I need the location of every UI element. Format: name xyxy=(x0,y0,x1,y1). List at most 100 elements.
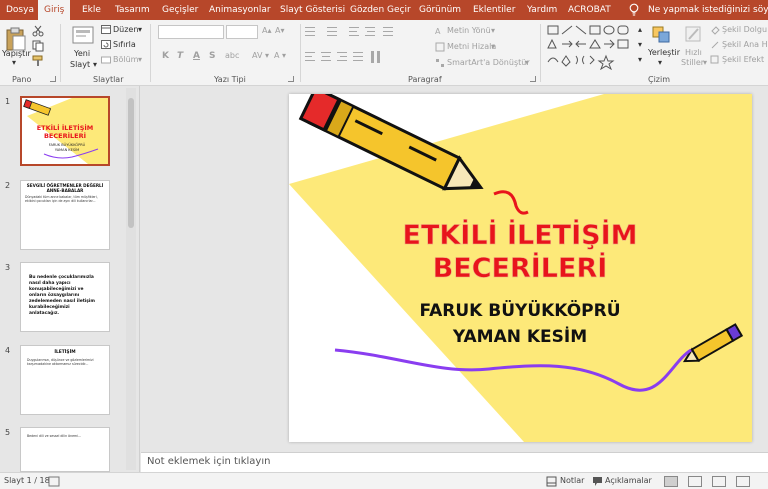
current-slide[interactable]: ETKİLİ İLETİŞİM BECERİLERİ FARUK BÜYÜKKÖ… xyxy=(289,94,752,442)
thumbnail-number: 3 xyxy=(5,263,11,272)
convert-smartart-button[interactable]: SmartArt'a Dönüştür xyxy=(447,58,530,67)
tab-acrobat[interactable]: ACROBAT xyxy=(568,0,611,20)
shape-effects-button[interactable]: Şekil Efekt xyxy=(722,55,764,64)
arrange-icon[interactable] xyxy=(651,25,673,45)
slide-sorter-button[interactable] xyxy=(688,476,702,487)
layout-dropdown-icon[interactable]: ▾ xyxy=(138,25,142,34)
shape-outline-icon[interactable] xyxy=(710,40,720,50)
font-size-combobox[interactable] xyxy=(226,25,258,39)
reset-button[interactable]: Sıfırla xyxy=(113,40,136,49)
thumbnail-3-body: Bu nedenle çocuklarımızla nasıl daha yap… xyxy=(29,275,95,316)
group-label-cizim: Çizim xyxy=(648,75,671,84)
pano-dialog-launcher[interactable] xyxy=(50,76,56,82)
quick-styles-icon[interactable] xyxy=(684,25,704,45)
comments-button[interactable]: Açıklamalar xyxy=(605,476,652,485)
slide-author-1[interactable]: FARUK BÜYÜKKÖPRÜ xyxy=(419,299,620,321)
new-slide-dropdown-icon[interactable]: ▾ xyxy=(93,60,97,69)
notes-button[interactable]: Notlar xyxy=(560,476,584,485)
align-text-dropdown-icon[interactable]: ▾ xyxy=(491,42,495,51)
paragraph-list-buttons[interactable] xyxy=(305,26,425,38)
text-direction-dropdown-icon[interactable]: ▾ xyxy=(491,26,495,35)
section-icon[interactable] xyxy=(101,55,111,64)
slide-thumbnail-5[interactable]: Bedeni dili ve sessel dilin önemi... xyxy=(20,427,110,472)
new-slide-icon[interactable] xyxy=(72,26,94,46)
slide-title-line-1[interactable]: ETKİLİ İLETİŞİM xyxy=(402,219,638,252)
char-spacing-icon[interactable]: AV ▾ xyxy=(252,51,269,60)
smartart-icon[interactable] xyxy=(435,58,445,68)
bold-button[interactable]: K xyxy=(162,51,169,61)
layout-icon[interactable] xyxy=(101,25,111,34)
shapes-more-icon[interactable]: ▾ xyxy=(638,55,642,64)
font-name-combobox[interactable] xyxy=(158,25,224,39)
slideshow-button[interactable] xyxy=(736,476,750,487)
alignment-buttons[interactable] xyxy=(305,51,425,63)
shadow-button[interactable]: S xyxy=(209,51,215,61)
shapes-scroll-up-icon[interactable]: ▴ xyxy=(638,25,642,34)
tab-animasyonlar[interactable]: Animasyonlar xyxy=(209,0,271,20)
slide-thumbnail-4[interactable]: İLETİŞİM Duygularımızı, düşünce ve gözle… xyxy=(20,345,110,415)
paste-dropdown-icon[interactable]: ▾ xyxy=(12,58,16,67)
reset-icon[interactable] xyxy=(101,40,111,49)
arrange-dropdown-icon[interactable]: ▾ xyxy=(658,58,662,67)
normal-view-button[interactable] xyxy=(664,476,678,487)
thumbnail-scrollbar[interactable] xyxy=(126,88,136,470)
slide-author-2[interactable]: YAMAN KESİM xyxy=(452,325,587,347)
slide-thumbnail-1[interactable]: ETKİLİ İLETİŞİM BECERİLERİ FARUK BÜYÜKKÖ… xyxy=(20,96,110,166)
cut-icon[interactable] xyxy=(32,25,44,37)
paste-button[interactable]: Yapıştır xyxy=(2,49,31,58)
tab-dosya[interactable]: Dosya xyxy=(6,0,34,20)
slide-thumbnail-pane: 1 ETKİLİ İLETİŞİM BECERİLERİ FARUK BÜYÜK… xyxy=(0,86,140,472)
reading-view-button[interactable] xyxy=(712,476,726,487)
tab-eklentiler[interactable]: Eklentiler xyxy=(473,0,515,20)
grow-font-icon[interactable]: A▴ xyxy=(262,26,272,35)
quick-styles-label-1[interactable]: Hızlı xyxy=(685,48,702,57)
arrange-button[interactable]: Yerleştir xyxy=(648,48,680,57)
align-text-button[interactable]: Metni Hizala xyxy=(447,42,496,51)
tab-gozden-gecir[interactable]: Gözden Geçir xyxy=(350,0,411,20)
new-slide-label-1[interactable]: Yeni xyxy=(74,49,90,58)
layout-button[interactable]: Düzen xyxy=(113,25,138,34)
underline-button[interactable]: A xyxy=(193,51,200,61)
copy-icon[interactable] xyxy=(32,40,44,52)
shape-fill-button[interactable]: Şekil Dolgu xyxy=(722,25,767,34)
quick-styles-label-2[interactable]: Stiller xyxy=(681,58,704,67)
tab-gorunum[interactable]: Görünüm xyxy=(419,0,461,20)
font-color-icon[interactable]: A ▾ xyxy=(274,51,286,60)
smartart-dropdown-icon[interactable]: ▾ xyxy=(525,58,529,67)
spellcheck-icon[interactable] xyxy=(48,476,60,487)
notes-icon[interactable] xyxy=(546,476,557,487)
slide-title-line-2[interactable]: BECERİLERİ xyxy=(432,252,608,285)
strikethrough-button[interactable]: abc xyxy=(225,51,239,60)
group-label-yazi-tipi: Yazı Tipi xyxy=(214,75,246,84)
italic-button[interactable]: T xyxy=(177,51,183,61)
shape-outline-button[interactable]: Şekil Ana Hat xyxy=(722,40,768,49)
new-slide-label-2[interactable]: Slayt xyxy=(70,60,90,69)
format-painter-icon[interactable] xyxy=(32,55,44,67)
comments-icon[interactable] xyxy=(592,476,603,487)
notes-placeholder[interactable]: Not eklemek için tıklayın xyxy=(147,456,270,467)
shapes-gallery[interactable] xyxy=(546,24,636,70)
tab-gecisler[interactable]: Geçişler xyxy=(162,0,198,20)
shape-effects-icon[interactable] xyxy=(710,55,720,65)
tab-yardim[interactable]: Yardım xyxy=(527,0,557,20)
font-dialog-launcher[interactable] xyxy=(288,76,294,82)
tab-ekle[interactable]: Ekle xyxy=(82,0,101,20)
shapes-scroll-down-icon[interactable]: ▾ xyxy=(638,40,642,49)
slide-thumbnail-2[interactable]: SEVGİLİ ÖĞRETMENLER DEĞERLİ ANNE-BABALAR… xyxy=(20,180,110,250)
thumbnail-scrollbar-thumb[interactable] xyxy=(128,98,134,228)
shrink-font-icon[interactable]: A▾ xyxy=(275,26,285,35)
text-direction-icon[interactable]: A xyxy=(435,26,445,36)
text-direction-button[interactable]: Metin Yönü xyxy=(447,26,491,35)
paragraph-dialog-launcher[interactable] xyxy=(530,76,536,82)
section-dropdown-icon[interactable]: ▾ xyxy=(138,55,142,64)
tab-slayt-gosterisi[interactable]: Slayt Gösterisi xyxy=(280,0,345,20)
align-text-icon[interactable] xyxy=(435,42,445,52)
section-button[interactable]: Bölüm xyxy=(113,55,138,64)
notes-pane[interactable]: Not eklemek için tıklayın xyxy=(141,452,768,472)
quick-styles-dropdown-icon[interactable]: ▾ xyxy=(703,58,707,67)
tell-me-search[interactable]: Ne yapmak istediğinizi söyleyin xyxy=(648,0,768,20)
shape-fill-icon[interactable] xyxy=(710,25,720,35)
tab-tasarim[interactable]: Tasarım xyxy=(115,0,150,20)
slide-thumbnail-3[interactable]: Bu nedenle çocuklarımızla nasıl daha yap… xyxy=(20,262,110,332)
tab-giris[interactable]: Giriş xyxy=(38,0,71,20)
